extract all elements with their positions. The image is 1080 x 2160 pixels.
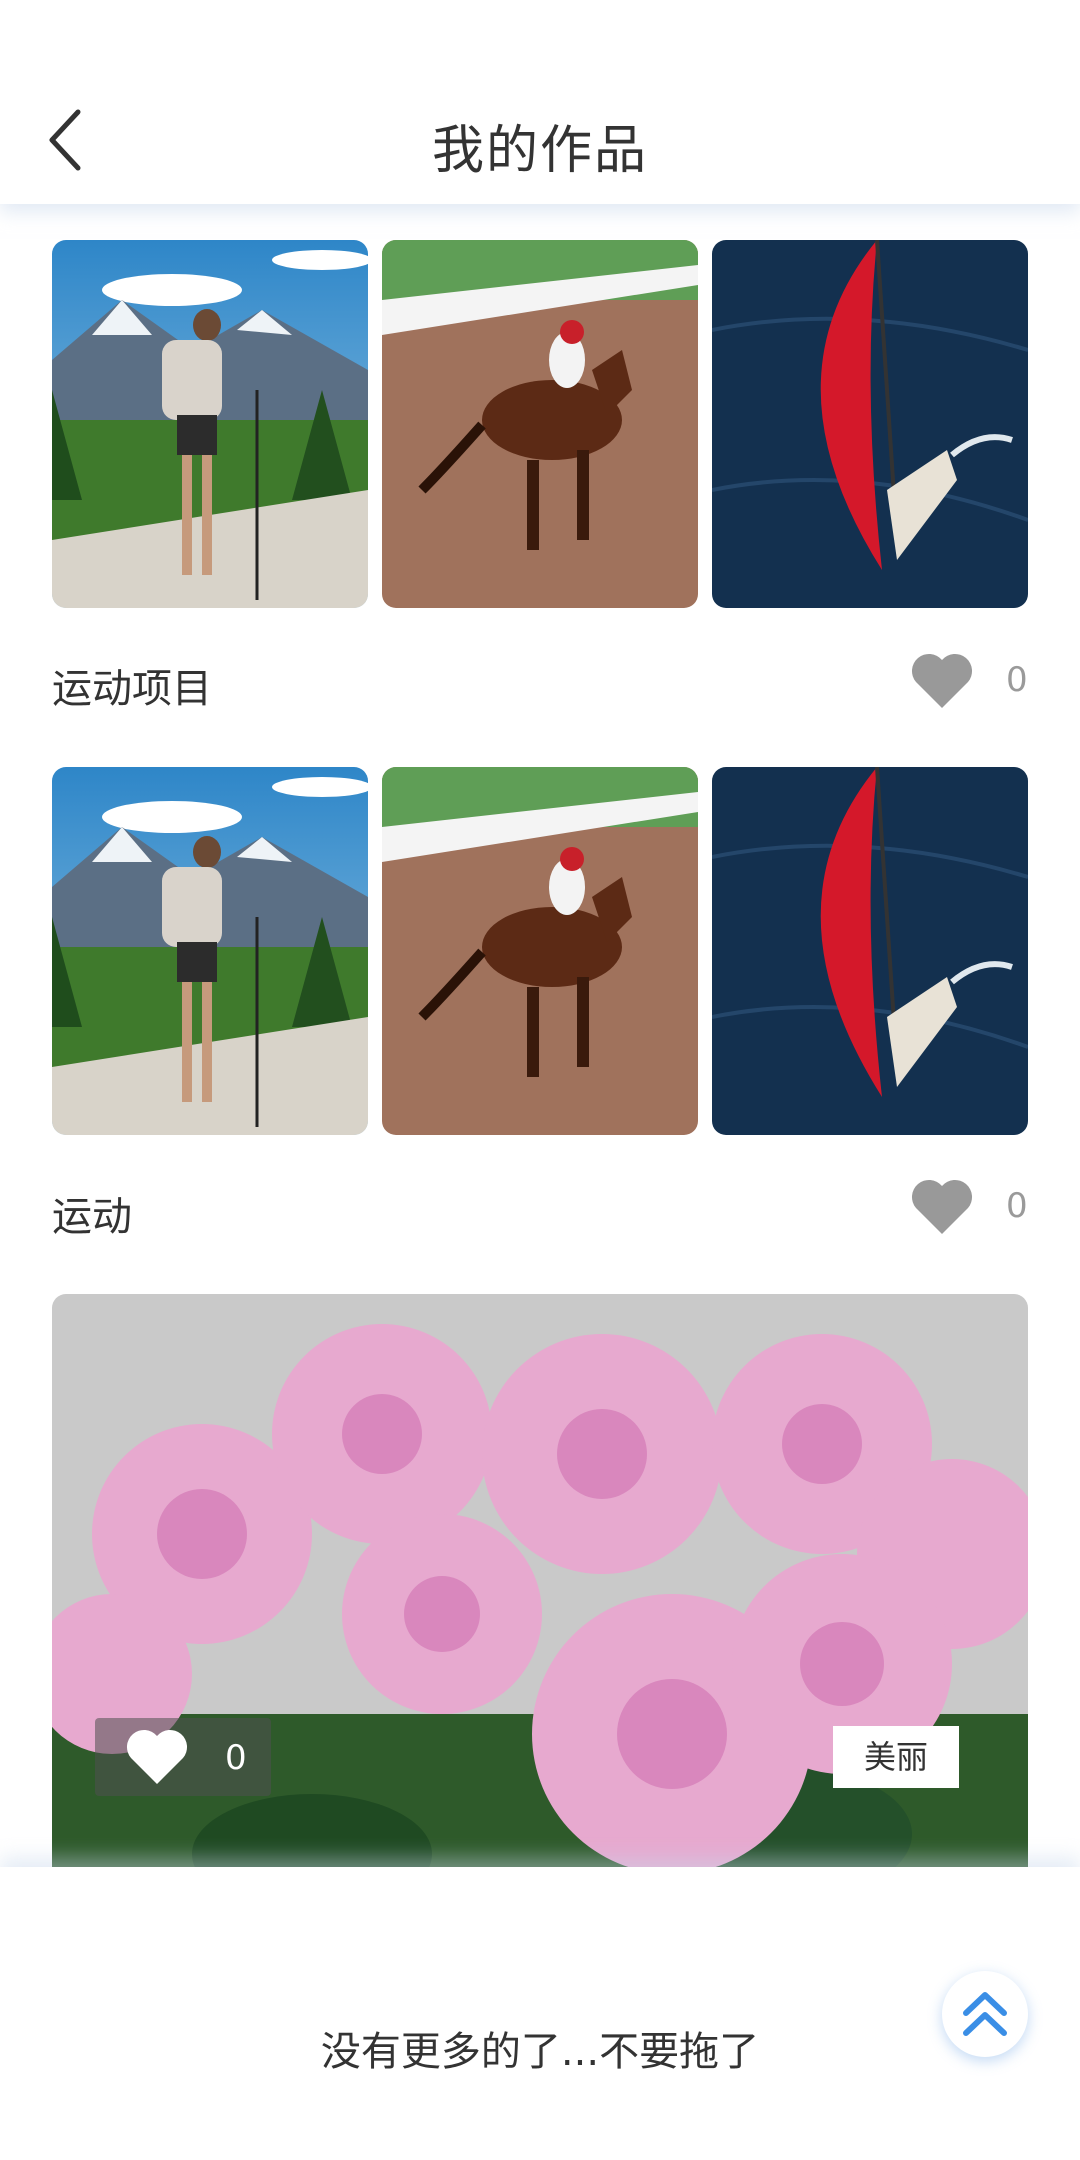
footer: 没有更多的了...不要拖了 xyxy=(0,1867,1080,2160)
back-to-top-button[interactable] xyxy=(942,1971,1028,2057)
thumbnail-sailboat[interactable] xyxy=(712,767,1028,1135)
thumbnail-racehorse[interactable] xyxy=(382,767,698,1135)
featured-like-count: 0 xyxy=(225,1738,247,1778)
heart-icon xyxy=(126,1729,188,1784)
works-list[interactable]: 运动项目 0 运动 0 0 美丽 xyxy=(0,204,1080,1867)
heart-icon xyxy=(911,1179,973,1234)
thumbnail-sailboat[interactable] xyxy=(712,240,1028,608)
thumbnail-hiker[interactable] xyxy=(52,767,368,1135)
page-title: 我的作品 xyxy=(431,121,648,181)
like-button[interactable] xyxy=(910,1176,974,1236)
like-count: 0 xyxy=(1006,660,1028,700)
featured-work-card[interactable]: 0 美丽 xyxy=(52,1294,1028,1867)
thumbnail-hiker[interactable] xyxy=(52,240,368,608)
end-of-list-text: 没有更多的了...不要拖了 xyxy=(320,2029,760,2075)
heart-icon xyxy=(911,653,973,708)
featured-like-button[interactable]: 0 xyxy=(95,1718,271,1796)
like-count: 0 xyxy=(1006,1186,1028,1226)
category-tag[interactable]: 美丽 xyxy=(833,1726,959,1788)
header-bar: 我的作品 xyxy=(0,0,1080,204)
like-button[interactable] xyxy=(910,650,974,710)
work-title: 运动 xyxy=(52,1194,132,1240)
double-chevron-up-icon xyxy=(963,1992,1007,2036)
thumbnail-racehorse[interactable] xyxy=(382,240,698,608)
work-title: 运动项目 xyxy=(52,666,212,712)
